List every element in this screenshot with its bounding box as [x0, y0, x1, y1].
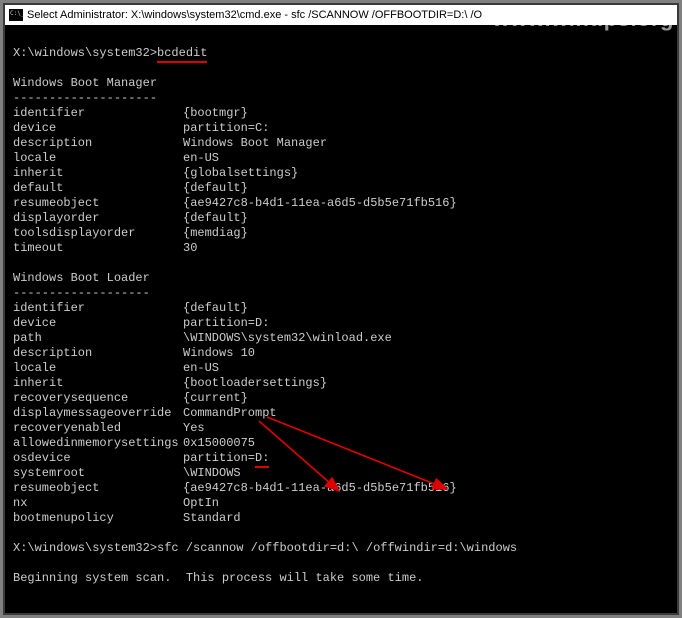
kv-val: en-US — [183, 151, 219, 165]
kv-key: inherit — [13, 376, 183, 391]
kv-key: recoverysequence — [13, 391, 183, 406]
kv-val: 0x15000075 — [183, 436, 255, 450]
kv-key: identifier — [13, 301, 183, 316]
kv-val: {default} — [183, 301, 248, 315]
kv-key: device — [13, 121, 183, 136]
kv-key: timeout — [13, 241, 183, 256]
kv-val: {current} — [183, 391, 248, 405]
kv-key: identifier — [13, 106, 183, 121]
kv-key: osdevice — [13, 451, 183, 466]
kv-key: displayorder — [13, 211, 183, 226]
kv-val: \WINDOWS — [183, 466, 241, 480]
kv-val: en-US — [183, 361, 219, 375]
section-2-sep: ------------------- — [13, 286, 150, 300]
kv-key: path — [13, 331, 183, 346]
kv-val: {ae9427c8-b4d1-11ea-a6d5-d5b5e71fb516} — [183, 196, 457, 210]
kv-val: {memdiag} — [183, 226, 248, 240]
kv-key: device — [13, 316, 183, 331]
titlebar-text: Select Administrator: X:\windows\system3… — [27, 9, 482, 21]
prompt-2-path: X:\windows\system32> — [13, 541, 157, 555]
kv-key: systemroot — [13, 466, 183, 481]
kv-val: Yes — [183, 421, 205, 435]
cmd-window: Select Administrator: X:\windows\system3… — [3, 3, 679, 615]
kv-key: bootmenupolicy — [13, 511, 183, 526]
titlebar[interactable]: Select Administrator: X:\windows\system3… — [5, 5, 677, 25]
kv-val: partition=C: — [183, 121, 269, 135]
kv-val: Standard — [183, 511, 241, 525]
kv-val: partition=D: — [183, 316, 269, 330]
kv-val: OptIn — [183, 496, 219, 510]
kv-val: Windows 10 — [183, 346, 255, 360]
section-1-title: Windows Boot Manager — [13, 76, 157, 90]
kv-key: recoveryenabled — [13, 421, 183, 436]
cmd-icon — [9, 9, 23, 21]
kv-key: nx — [13, 496, 183, 511]
section-2-title: Windows Boot Loader — [13, 271, 150, 285]
prompt-1-cmd: bcdedit — [157, 46, 207, 63]
section-1-sep: -------------------- — [13, 91, 157, 105]
kv-val: Windows Boot Manager — [183, 136, 327, 150]
kv-key: description — [13, 346, 183, 361]
kv-key: inherit — [13, 166, 183, 181]
kv-val: {ae9427c8-b4d1-11ea-a6d5-d5b5e71fb516} — [183, 481, 457, 495]
kv-key: displaymessageoverride — [13, 406, 183, 421]
kv-val: {globalsettings} — [183, 166, 298, 180]
scan-msg: Beginning system scan. This process will… — [13, 571, 423, 585]
kv-val: {bootmgr} — [183, 106, 248, 120]
kv-key: locale — [13, 361, 183, 376]
kv-key: resumeobject — [13, 481, 183, 496]
prompt-2-cmd: sfc /scannow /offbootdir=d:\ /offwindir=… — [157, 541, 517, 555]
kv-val: {bootloadersettings} — [183, 376, 327, 390]
kv-val: \WINDOWS\system32\winload.exe — [183, 331, 392, 345]
kv-key: resumeobject — [13, 196, 183, 211]
osdevice-drive: D: — [255, 451, 269, 468]
terminal-output[interactable]: X:\windows\system32>bcdedit Windows Boot… — [5, 25, 677, 613]
kv-val: {default} — [183, 211, 248, 225]
kv-key: description — [13, 136, 183, 151]
kv-key: locale — [13, 151, 183, 166]
kv-val: 30 — [183, 241, 197, 255]
kv-key: toolsdisplayorder — [13, 226, 183, 241]
prompt-1-path: X:\windows\system32> — [13, 46, 157, 60]
kv-key: allowedinmemorysettings — [13, 436, 183, 451]
kv-val: CommandPrompt — [183, 406, 277, 420]
kv-val: {default} — [183, 181, 248, 195]
kv-key: default — [13, 181, 183, 196]
